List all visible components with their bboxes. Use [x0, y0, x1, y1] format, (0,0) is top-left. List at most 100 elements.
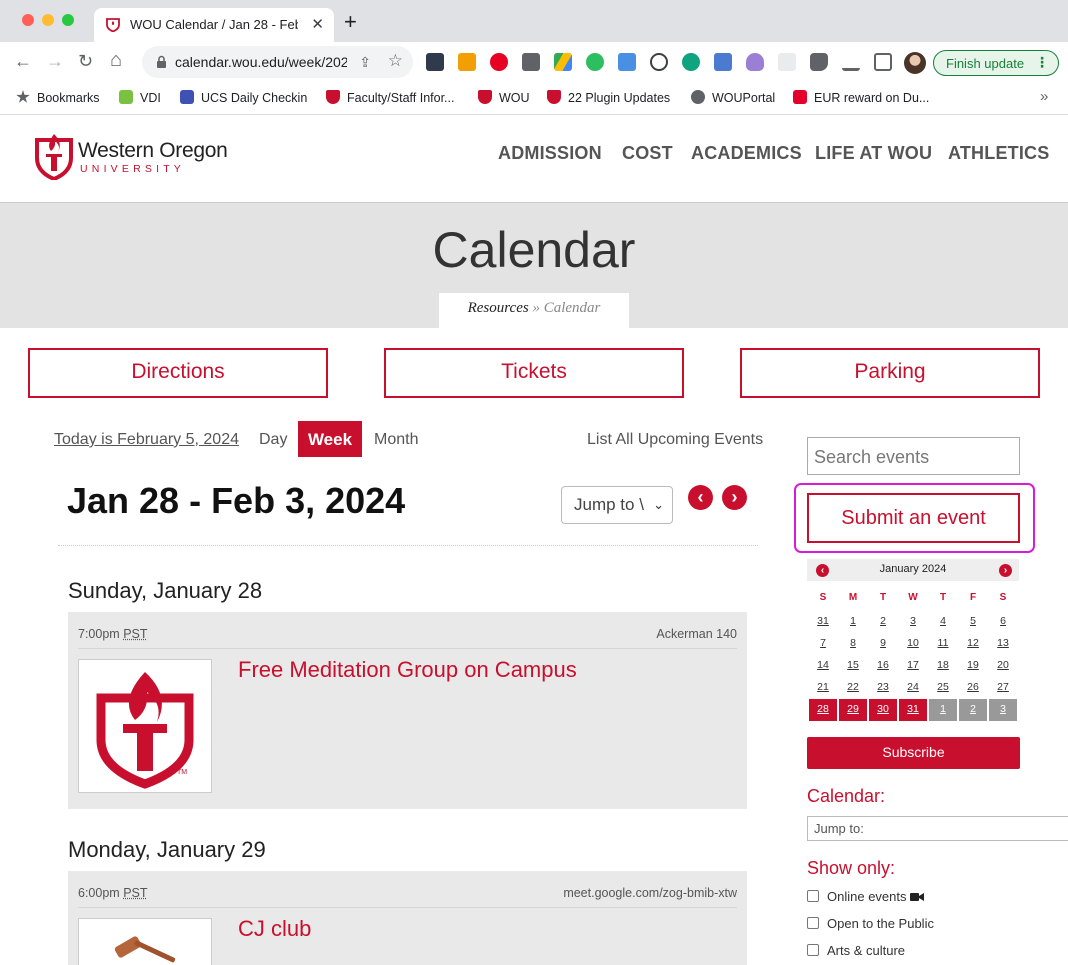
next-week-icon[interactable]: ›	[722, 485, 747, 510]
checkbox[interactable]	[807, 917, 819, 929]
view-day-link[interactable]: Day	[259, 431, 287, 449]
calendar-day[interactable]: 22	[839, 677, 867, 699]
view-month-link[interactable]: Month	[374, 431, 418, 449]
code-extension-icon[interactable]	[714, 53, 732, 71]
evernote-icon[interactable]	[586, 53, 604, 71]
grammarly-icon[interactable]	[650, 53, 668, 71]
bookmarks-overflow-icon[interactable]: »	[1040, 88, 1048, 105]
calendar-jump-select[interactable]: Jump to:	[807, 816, 1068, 841]
calendar-day[interactable]: 2	[869, 611, 897, 633]
logo-wordmark[interactable]: Western Oregon	[78, 139, 228, 163]
share-icon[interactable]: ⇪	[359, 54, 371, 71]
minimize-window-button[interactable]	[42, 14, 54, 26]
extension-icon[interactable]	[522, 53, 540, 71]
close-window-button[interactable]	[22, 14, 34, 26]
calendar-day[interactable]: 8	[839, 633, 867, 655]
finish-update-button[interactable]: Finish update ⋮	[933, 50, 1059, 76]
bookmark-vdi[interactable]: VDI	[119, 90, 161, 105]
calendar-day[interactable]: 18	[929, 655, 957, 677]
extension-icon[interactable]	[682, 53, 700, 71]
event-thumbnail[interactable]	[78, 918, 212, 965]
profile-avatar[interactable]	[904, 52, 926, 74]
calendar-day[interactable]: 24	[899, 677, 927, 699]
extension-icon[interactable]	[746, 53, 764, 71]
search-events-input[interactable]: Search events	[807, 437, 1020, 475]
checkbox[interactable]	[807, 944, 819, 956]
tickets-button[interactable]: Tickets	[384, 348, 684, 398]
back-icon[interactable]: ←	[14, 51, 32, 71]
calendar-day[interactable]: 17	[899, 655, 927, 677]
calendar-day[interactable]: 20	[989, 655, 1017, 677]
calendar-day[interactable]: 15	[839, 655, 867, 677]
maximize-window-button[interactable]	[62, 14, 74, 26]
event-title-link[interactable]: Free Meditation Group on Campus	[238, 657, 577, 683]
calendar-day-next-month[interactable]: 3	[989, 699, 1017, 721]
calendar-day-selected-week[interactable]: 29	[839, 699, 867, 721]
calendar-day[interactable]: 1	[839, 611, 867, 633]
parking-button[interactable]: Parking	[740, 348, 1040, 398]
filter-online-events[interactable]: Online events	[807, 889, 925, 904]
bookmark-faculty-staff[interactable]: Faculty/Staff Infor...	[326, 90, 454, 105]
browser-tab[interactable]: WOU Calendar / Jan 28 - Feb 3, 2024 ✕	[94, 8, 334, 42]
nav-athletics[interactable]: ATHLETICS	[948, 143, 1049, 164]
side-panel-icon[interactable]	[874, 53, 892, 71]
calendar-day[interactable]: 4	[929, 611, 957, 633]
calendar-day[interactable]: 6	[989, 611, 1017, 633]
calendar-day[interactable]: 11	[929, 633, 957, 655]
calendar-day[interactable]: 19	[959, 655, 987, 677]
bookmarks-menu[interactable]: Bookmarks	[16, 90, 100, 105]
previous-week-icon[interactable]: ‹	[688, 485, 713, 510]
extension-icon[interactable]	[778, 53, 796, 71]
filter-open-to-public[interactable]: Open to the Public	[807, 916, 934, 931]
calendar-day[interactable]: 10	[899, 633, 927, 655]
nav-life-at-wou[interactable]: LIFE AT WOU	[815, 143, 932, 164]
subscribe-button[interactable]: Subscribe	[807, 737, 1020, 769]
calendar-day-next-month[interactable]: 1	[929, 699, 957, 721]
calendar-day[interactable]: 23	[869, 677, 897, 699]
tab-close-icon[interactable]: ✕	[311, 15, 324, 33]
calendar-day-next-month[interactable]: 2	[959, 699, 987, 721]
calendar-day[interactable]: 21	[809, 677, 837, 699]
google-drive-icon[interactable]	[554, 53, 572, 71]
view-week-button[interactable]: Week	[298, 421, 362, 457]
calendar-day[interactable]: 9	[869, 633, 897, 655]
extension-icon[interactable]	[458, 53, 476, 71]
directions-button[interactable]: Directions	[28, 348, 328, 398]
next-month-icon[interactable]: ›	[999, 564, 1012, 577]
nav-academics[interactable]: ACADEMICS	[691, 143, 802, 164]
filter-arts-culture[interactable]: Arts & culture	[807, 943, 905, 958]
bookmark-wou[interactable]: WOU	[478, 90, 530, 105]
jump-to-select[interactable]: Jump to \ ⌄	[561, 486, 673, 524]
pinterest-icon[interactable]	[490, 53, 508, 71]
event-title-link[interactable]: CJ club	[238, 916, 311, 942]
download-icon[interactable]	[842, 53, 860, 71]
list-all-upcoming-link[interactable]: List All Upcoming Events	[587, 431, 763, 449]
breadcrumb-resources-link[interactable]: Resources	[468, 300, 529, 316]
calendar-day[interactable]: 14	[809, 655, 837, 677]
wou-torch-logo-icon[interactable]	[34, 132, 74, 180]
bookmark-plugin-updates[interactable]: 22 Plugin Updates	[547, 90, 670, 105]
bookmark-star-icon[interactable]: ☆	[388, 51, 403, 71]
new-tab-button[interactable]: +	[344, 11, 357, 33]
calendar-day[interactable]: 13	[989, 633, 1017, 655]
calendar-day[interactable]: 3	[899, 611, 927, 633]
calendar-day[interactable]: 12	[959, 633, 987, 655]
calendar-day[interactable]: 27	[989, 677, 1017, 699]
event-thumbnail[interactable]: TM	[78, 659, 212, 793]
calendar-day-selected-week[interactable]: 30	[869, 699, 897, 721]
bookmark-eur-reward[interactable]: EUR reward on Du...	[793, 90, 929, 105]
calendar-day[interactable]: 7	[809, 633, 837, 655]
calendar-day[interactable]: 26	[959, 677, 987, 699]
calendar-day[interactable]: 16	[869, 655, 897, 677]
calendar-day-selected-week[interactable]: 31	[899, 699, 927, 721]
url-text[interactable]: calendar.wou.edu/week/2024-01-28	[175, 54, 347, 70]
extensions-puzzle-icon[interactable]	[810, 53, 828, 71]
bookmark-ucs-checkin[interactable]: UCS Daily Checkin	[180, 90, 307, 105]
todo-icon[interactable]	[618, 53, 636, 71]
calendar-day[interactable]: 25	[929, 677, 957, 699]
event-location[interactable]: meet.google.com/zog-bmib-xtw	[563, 886, 737, 900]
forward-icon[interactable]: →	[46, 51, 64, 71]
extension-icon[interactable]	[426, 53, 444, 71]
nav-admission[interactable]: ADMISSION	[498, 143, 602, 164]
address-bar[interactable]: calendar.wou.edu/week/2024-01-28 ⇪ ☆	[142, 46, 413, 78]
